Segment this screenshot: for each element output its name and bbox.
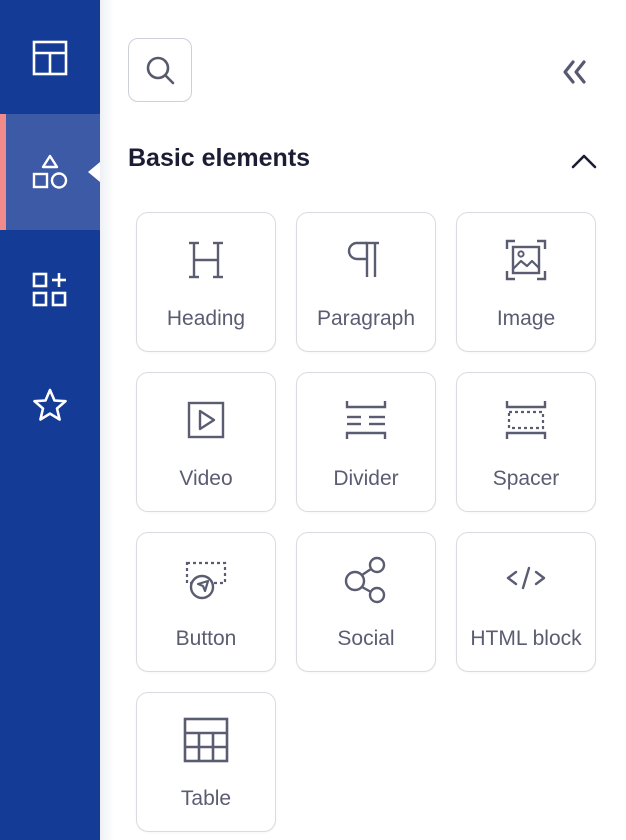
sidebar-item-layout[interactable] [0,0,100,116]
tile-label: Divider [333,467,399,490]
tile-label: Heading [166,307,246,330]
sidebar-rail [0,0,100,840]
element-tile-paragraph[interactable]: Paragraph [296,212,436,352]
section-title: Basic elements [128,144,311,172]
image-icon [501,235,551,285]
tile-label: HTML block [470,627,582,650]
shapes-icon [32,154,68,189]
tile-label: Social [337,627,395,650]
tile-label: Table [180,787,232,810]
element-tile-divider[interactable]: Divider [296,372,436,512]
tile-label: Image [496,307,556,330]
active-caret [88,162,100,182]
element-tile-button[interactable]: Button [136,532,276,672]
star-icon [33,388,67,421]
element-tile-html-block[interactable]: HTML block [456,532,596,672]
heading-icon [181,235,231,285]
tile-label: Button [175,627,237,650]
collapse-panel-button[interactable] [556,54,592,90]
tile-label: Paragraph [316,307,416,330]
element-tile-heading[interactable]: Heading [136,212,276,352]
active-accent-bar [0,114,6,230]
search-icon [146,56,175,85]
button-icon [181,555,231,605]
chevron-up-icon [571,154,597,169]
tile-label: Video [179,467,233,490]
section-toggle-button[interactable] [566,144,602,180]
element-tile-social[interactable]: Social [296,532,436,672]
social-icon [341,555,391,605]
element-tile-image[interactable]: Image [456,212,596,352]
sidebar-item-elements[interactable] [0,114,100,230]
element-tile-spacer[interactable]: Spacer [456,372,596,512]
paragraph-icon [341,235,391,285]
double-chevron-left-icon [563,60,586,84]
element-tile-table[interactable]: Table [136,692,276,832]
table-icon [181,715,231,765]
add-block-icon [32,272,67,307]
sidebar-item-favorites[interactable] [0,348,100,464]
tile-label: Spacer [492,467,560,490]
code-icon [501,555,551,605]
panel-edge-shadow [100,0,114,840]
video-icon [181,395,231,445]
spacer-icon [501,395,551,445]
layout-icon [32,40,68,76]
search-button[interactable] [128,38,192,102]
sidebar-item-blocks[interactable] [0,232,100,348]
divider-icon [341,395,391,445]
element-tile-video[interactable]: Video [136,372,276,512]
